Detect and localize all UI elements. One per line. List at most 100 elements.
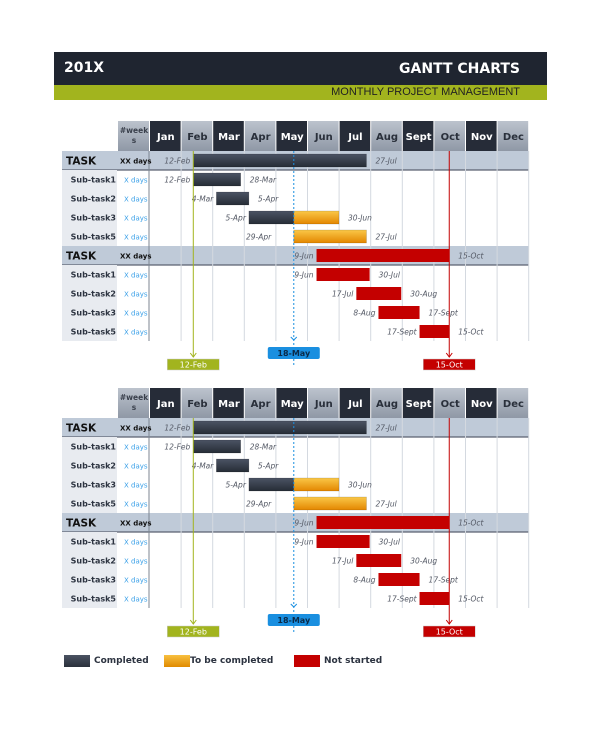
- subtitle-banner: MONTHLY PROJECT MANAGEMENT: [54, 85, 547, 100]
- bar-start-label: 9-Jun: [294, 538, 313, 547]
- bar-end-label: 27-Jul: [375, 233, 397, 242]
- subtask-name: Sub-task5: [71, 500, 117, 509]
- month-label: Apr: [251, 399, 271, 410]
- subtask-name: Sub-task2: [71, 462, 116, 471]
- subtask-name: Sub-task5: [71, 595, 117, 604]
- bar-end-label: 30-Jul: [379, 271, 401, 280]
- task-duration: XX days: [120, 520, 151, 528]
- month-label: Nov: [471, 132, 493, 143]
- subtask-name: Sub-task3: [71, 576, 116, 585]
- month-label: Jun: [314, 132, 333, 143]
- month-label: Mar: [218, 132, 240, 143]
- bar-to-be-completed: [293, 210, 340, 225]
- bar-start-label: 12-Feb: [164, 424, 190, 433]
- month-label: Sept: [406, 132, 432, 143]
- subtask-name: Sub-task1: [71, 176, 117, 185]
- subtask-duration: X days: [124, 272, 148, 280]
- bar-to-be-completed: [293, 496, 367, 511]
- subtask-name: Sub-task1: [71, 443, 117, 452]
- month-label: Feb: [187, 132, 207, 143]
- bar-end-label: 30-Jul: [379, 538, 401, 547]
- bar-end-label: 30-Jun: [348, 214, 372, 223]
- bar-end-label: 28-Mar: [250, 176, 277, 185]
- month-label: Dec: [503, 132, 524, 143]
- weeks-header-label: s: [132, 136, 137, 145]
- subtask-name: Sub-task3: [71, 214, 116, 223]
- bar-start-label: 17-Sept: [387, 595, 417, 604]
- subtask-name: Sub-task3: [71, 309, 116, 318]
- bar-not-started: [356, 554, 402, 567]
- task-duration: XX days: [120, 253, 151, 261]
- bar-completed: [193, 420, 367, 435]
- subtask-duration: X days: [124, 596, 148, 604]
- bar-end-label: 15-Oct: [458, 595, 484, 604]
- bar-end-label: 15-Oct: [458, 519, 484, 528]
- bar-end-label: 27-Jul: [375, 500, 397, 509]
- bar-end-label: 17-Sept: [429, 576, 459, 585]
- subtask-duration: X days: [124, 482, 148, 490]
- subtask-duration: X days: [124, 501, 148, 509]
- legend-item-not-started: Not started: [294, 655, 382, 667]
- weeks-header-label: #week: [120, 126, 149, 135]
- subtask-duration: X days: [124, 215, 148, 223]
- month-label: Feb: [187, 399, 207, 410]
- bar-start-label: 5-Apr: [225, 214, 246, 223]
- bar-end-label: 27-Jul: [375, 157, 397, 166]
- bar-end-label: 15-Oct: [458, 328, 484, 337]
- subtask-duration: X days: [124, 196, 148, 204]
- start-marker-label: 12-Feb: [180, 361, 207, 370]
- bar-start-label: 4-Mar: [192, 195, 215, 204]
- bar-start-label: 9-Jun: [294, 252, 313, 261]
- bar-end-label: 5-Apr: [258, 462, 279, 471]
- bar-completed: [216, 458, 250, 473]
- subtask-duration: X days: [124, 177, 148, 185]
- legend: Completed To be completed Not started: [64, 655, 544, 671]
- subtask-duration: X days: [124, 558, 148, 566]
- bar-start-label: 8-Aug: [353, 576, 375, 585]
- subtask-duration: X days: [124, 577, 148, 585]
- weeks-header-label: #week: [120, 393, 149, 402]
- bar-to-be-completed: [293, 229, 367, 244]
- bar-start-label: 17-Jul: [332, 557, 354, 566]
- subtask-name: Sub-task5: [71, 233, 117, 242]
- legend-label: Not started: [324, 656, 383, 666]
- weeks-header-label: s: [132, 403, 137, 412]
- bar-not-started: [356, 287, 402, 300]
- bar-not-started: [419, 325, 450, 338]
- bar-start-label: 12-Feb: [164, 157, 190, 166]
- month-label: Aug: [376, 399, 398, 410]
- month-label: Jul: [347, 132, 362, 143]
- month-label: Oct: [441, 132, 460, 143]
- bar-not-started: [316, 516, 450, 529]
- bar-completed: [216, 191, 250, 206]
- bar-end-label: 5-Apr: [258, 195, 279, 204]
- subtask-duration: X days: [124, 291, 148, 299]
- bar-not-started: [316, 535, 370, 548]
- legend-swatch-to-be-completed: [164, 655, 190, 667]
- bar-end-label: 30-Aug: [410, 557, 437, 566]
- month-label: May: [281, 132, 304, 143]
- bar-start-label: 29-Apr: [246, 233, 272, 242]
- start-marker-label: 12-Feb: [180, 628, 207, 637]
- bar-not-started: [378, 573, 420, 586]
- month-label: Dec: [503, 399, 524, 410]
- bar-end-label: 30-Jun: [348, 481, 372, 490]
- month-label: Nov: [471, 399, 493, 410]
- bar-start-label: 8-Aug: [353, 309, 375, 318]
- task-name: TASK: [66, 156, 97, 168]
- chevron-down-icon: [290, 336, 298, 341]
- subtask-name: Sub-task2: [71, 195, 116, 204]
- bar-not-started: [419, 592, 450, 605]
- month-label: Aug: [376, 132, 398, 143]
- bar-end-label: 15-Oct: [458, 252, 484, 261]
- legend-item-to-be-completed: To be completed: [164, 655, 273, 667]
- bar-to-be-completed: [293, 477, 340, 492]
- bar-not-started: [378, 306, 420, 319]
- page-subtitle: MONTHLY PROJECT MANAGEMENT: [331, 86, 520, 98]
- title-banner: 201X GANTT CHARTS: [54, 52, 547, 85]
- task-name: TASK: [66, 251, 97, 263]
- task-duration: XX days: [120, 158, 151, 166]
- page-title: GANTT CHARTS: [399, 61, 520, 77]
- legend-label: To be completed: [190, 656, 274, 666]
- month-label: Jan: [156, 132, 175, 143]
